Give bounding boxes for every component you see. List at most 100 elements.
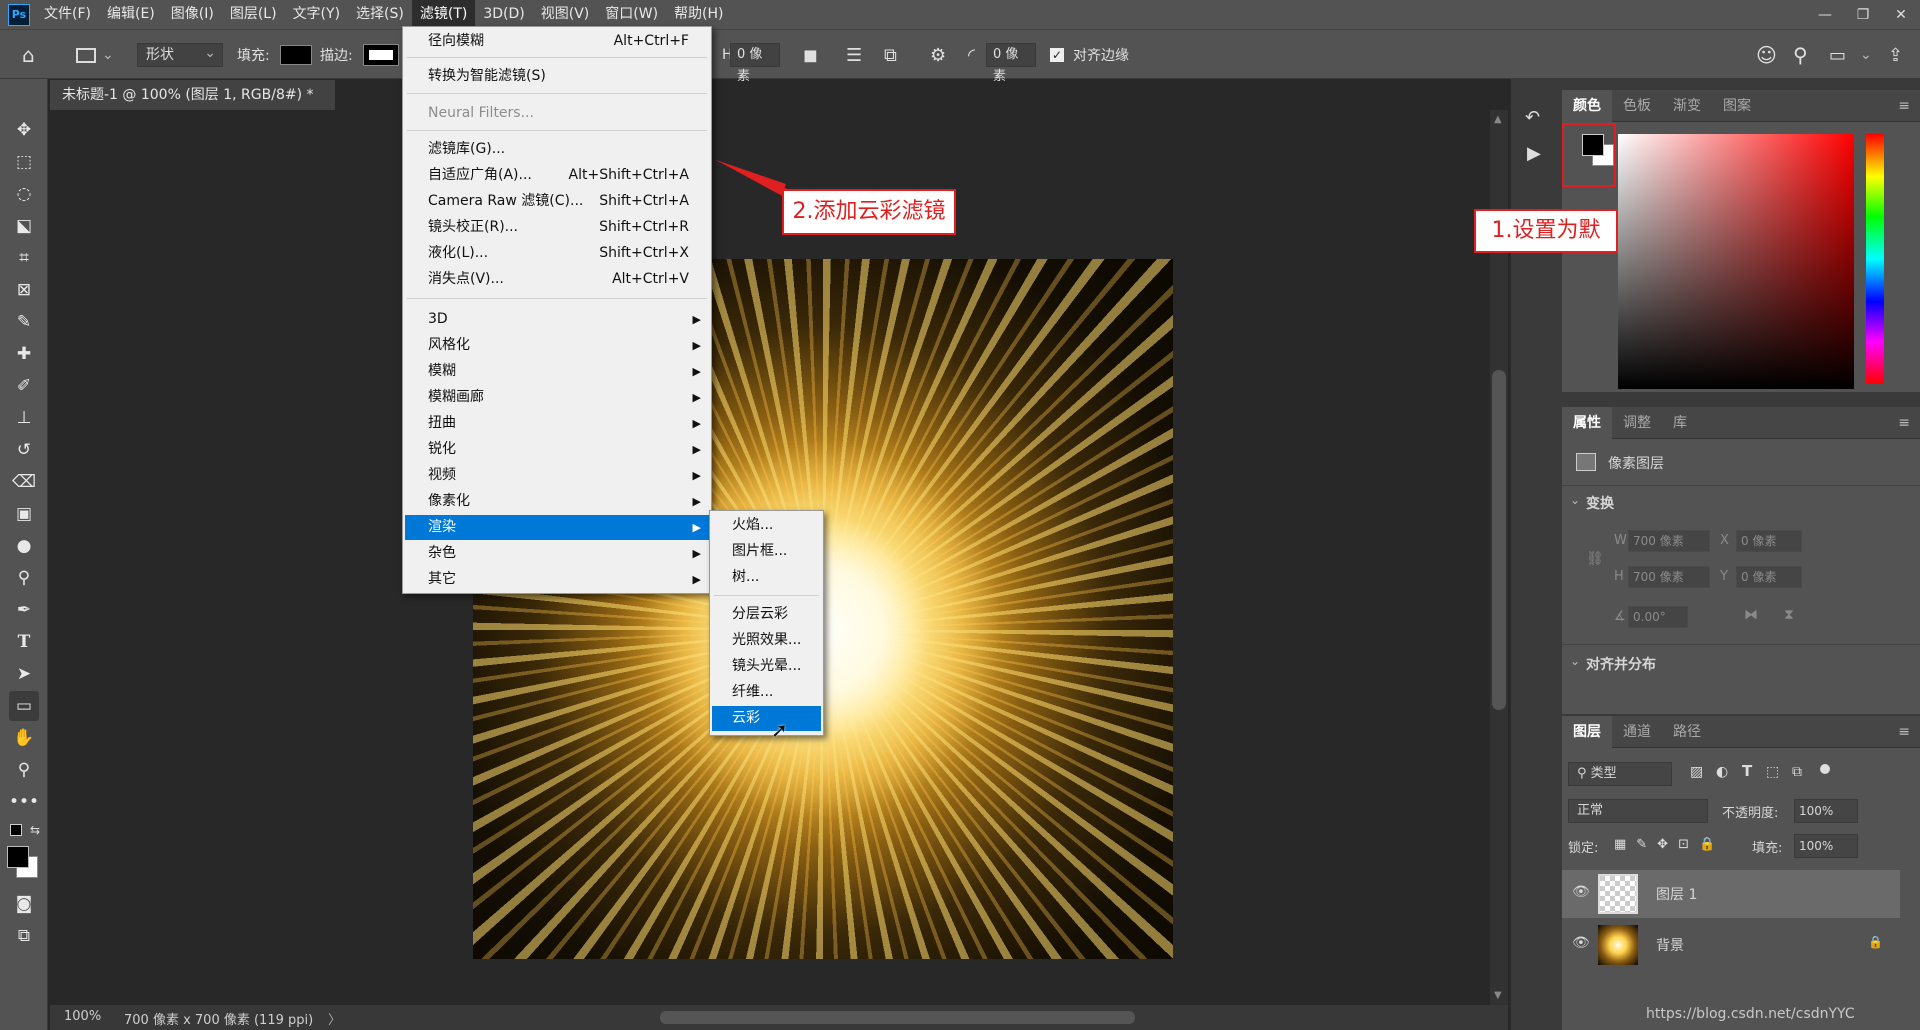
submenu-item-picture-frame[interactable]: 图片框... [712,539,821,564]
tool-preset-picker[interactable]: ⌄ [76,30,114,80]
h-field[interactable]: 700 像素 [1628,566,1710,588]
workspace-chevron-icon[interactable]: ⌄ [1860,30,1872,80]
share-icon[interactable]: ⇪ [1888,30,1903,80]
menu-select[interactable]: 选择(S) [348,0,412,29]
fill-opacity-field[interactable]: 100% [1794,834,1858,858]
menu-item-liquify[interactable]: 液化(L)... Shift+Ctrl+X [405,241,709,266]
tab-properties[interactable]: 属性 [1562,406,1612,439]
eyedropper-tool-icon[interactable]: ✎ [9,307,39,337]
restore-icon[interactable]: ❐ [1844,0,1882,29]
menu-item-filter-gallery[interactable]: 滤镜库(G)... [405,137,709,162]
submenu-item-lighting-effects[interactable]: 光照效果... [712,628,821,653]
stroke-swatch[interactable] [363,30,399,80]
color-field[interactable] [1618,134,1854,389]
minimize-icon[interactable]: — [1806,0,1844,29]
eraser-tool-icon[interactable]: ⌫ [9,467,39,497]
submenu-item-clouds[interactable]: 云彩 [712,706,821,731]
shape-mode-select[interactable]: 形状 [137,42,223,67]
hand-tool-icon[interactable]: ✋ [9,723,39,753]
filter-pixel-icon[interactable]: ▨ [1690,764,1703,780]
x-field[interactable]: 0 像素 [1736,530,1802,552]
y-field[interactable]: 0 像素 [1736,566,1802,588]
layer-name[interactable]: 图层 1 [1656,884,1697,904]
panel-menu-icon[interactable]: ≡ [1898,98,1910,114]
scroll-up-icon[interactable]: ▲ [1494,114,1502,125]
blend-mode-select[interactable]: 正常 [1568,799,1708,823]
submenu-item-fibers[interactable]: 纤维... [712,680,821,705]
object-select-tool-icon[interactable]: ⬕ [9,211,39,241]
menu-item-3d[interactable]: 3D ▶ [405,307,709,332]
screen-mode-icon[interactable]: ⧉ [9,921,39,951]
move-tool-icon[interactable]: ✥ [9,115,39,145]
rectangle-tool-icon[interactable]: ▭ [9,691,39,721]
quick-mask-icon[interactable]: ◙ [9,889,39,919]
dodge-tool-icon[interactable]: ⚲ [9,563,39,593]
menu-item-video[interactable]: 视频 ▶ [405,463,709,488]
visibility-eye-icon[interactable]: 👁 [1572,935,1590,951]
submenu-item-lens-flare[interactable]: 镜头光晕... [712,654,821,679]
workspace-icon[interactable]: ▭ [1829,30,1846,80]
menu-item-render[interactable]: 渲染 ▶ [405,515,709,540]
filter-shape-icon[interactable]: ⬚ [1766,764,1779,780]
foreground-color-swatch[interactable] [7,846,29,868]
lasso-tool-icon[interactable]: ◌ [9,179,39,209]
layer-row[interactable]: 👁 图层 1 [1562,870,1900,918]
swap-colors-icon[interactable]: ⇆ [30,823,40,837]
menu-image[interactable]: 图像(I) [163,0,222,29]
chevron-down-icon[interactable]: ⌄ [1570,493,1580,507]
tab-color[interactable]: 颜色 [1562,89,1612,122]
tab-libraries[interactable]: 库 [1662,407,1698,439]
align-edges-checkbox[interactable]: ✓ [1050,30,1064,80]
menu-help[interactable]: 帮助(H) [666,0,731,29]
hue-slider[interactable] [1866,134,1884,384]
tab-adjustments[interactable]: 调整 [1612,407,1662,439]
filter-toggle-icon[interactable] [1820,764,1830,774]
lock-icons[interactable]: ▦✎✥⊡🔒 [1614,837,1725,852]
horizontal-scroll-thumb[interactable] [660,1011,1135,1024]
document-tab[interactable]: 未标题-1 @ 100% (图层 1, RGB/8#) * × [50,80,335,133]
submenu-item-difference-clouds[interactable]: 分层云彩 [712,602,821,627]
menu-edit[interactable]: 编辑(E) [99,0,163,29]
blur-tool-icon[interactable]: ● [9,531,39,561]
tab-paths[interactable]: 路径 [1662,716,1712,748]
menu-view[interactable]: 视图(V) [533,0,598,29]
menu-item-sharpen[interactable]: 锐化 ▶ [405,437,709,462]
layer-row[interactable]: 👁 背景 🔒 [1562,921,1920,969]
menu-item-radial-blur[interactable]: 径向模糊 Alt+Ctrl+F [405,29,709,54]
history-icon[interactable]: ↶ [1525,107,1540,128]
close-window-icon[interactable]: ✕ [1882,0,1920,29]
crop-tool-icon[interactable]: ⌗ [9,243,39,273]
tab-layers[interactable]: 图层 [1562,715,1612,748]
menu-item-other[interactable]: 其它 ▶ [405,567,709,592]
submenu-item-tree[interactable]: 树... [712,565,821,590]
tab-patterns[interactable]: 图案 [1712,90,1762,122]
gear-icon[interactable]: ⚙ [930,30,946,80]
opacity-field[interactable]: 100% [1794,799,1858,823]
brush-tool-icon[interactable]: ✐ [9,371,39,401]
marquee-tool-icon[interactable]: ⬚ [9,147,39,177]
panel-menu-icon[interactable]: ≡ [1898,415,1910,431]
share-user-icon[interactable]: ☺ [1756,30,1777,80]
visibility-eye-icon[interactable]: 👁 [1572,884,1590,900]
menu-item-camera-raw[interactable]: Camera Raw 滤镜(C)... Shift+Ctrl+A [405,189,709,214]
scroll-down-icon[interactable]: ▼ [1494,990,1502,1001]
path-arrangement-icon[interactable]: ⧉ [884,30,897,80]
menu-item-blur[interactable]: 模糊 ▶ [405,359,709,384]
frame-tool-icon[interactable]: ⊠ [9,275,39,305]
menu-item-vanishing-point[interactable]: 消失点(V)... Alt+Ctrl+V [405,267,709,292]
menu-item-distort[interactable]: 扭曲 ▶ [405,411,709,436]
healing-brush-tool-icon[interactable]: ✚ [9,339,39,369]
submenu-item-flame[interactable]: 火焰... [712,513,821,538]
more-tools-icon[interactable]: ••• [9,787,39,817]
w-field[interactable]: 700 像素 [1628,530,1710,552]
path-select-tool-icon[interactable]: ➤ [9,659,39,689]
gradient-tool-icon[interactable]: ▣ [9,499,39,529]
layer-name[interactable]: 背景 [1656,935,1684,955]
menu-layer[interactable]: 图层(L) [222,0,285,29]
layer-filter-kind[interactable]: ⚲ 类型 [1568,762,1672,786]
menu-item-stylize[interactable]: 风格化 ▶ [405,333,709,358]
tab-channels[interactable]: 通道 [1612,716,1662,748]
fill-swatch[interactable] [280,30,312,80]
menu-item-noise[interactable]: 杂色 ▶ [405,541,709,566]
filter-adjustment-icon[interactable]: ◐ [1716,764,1728,780]
